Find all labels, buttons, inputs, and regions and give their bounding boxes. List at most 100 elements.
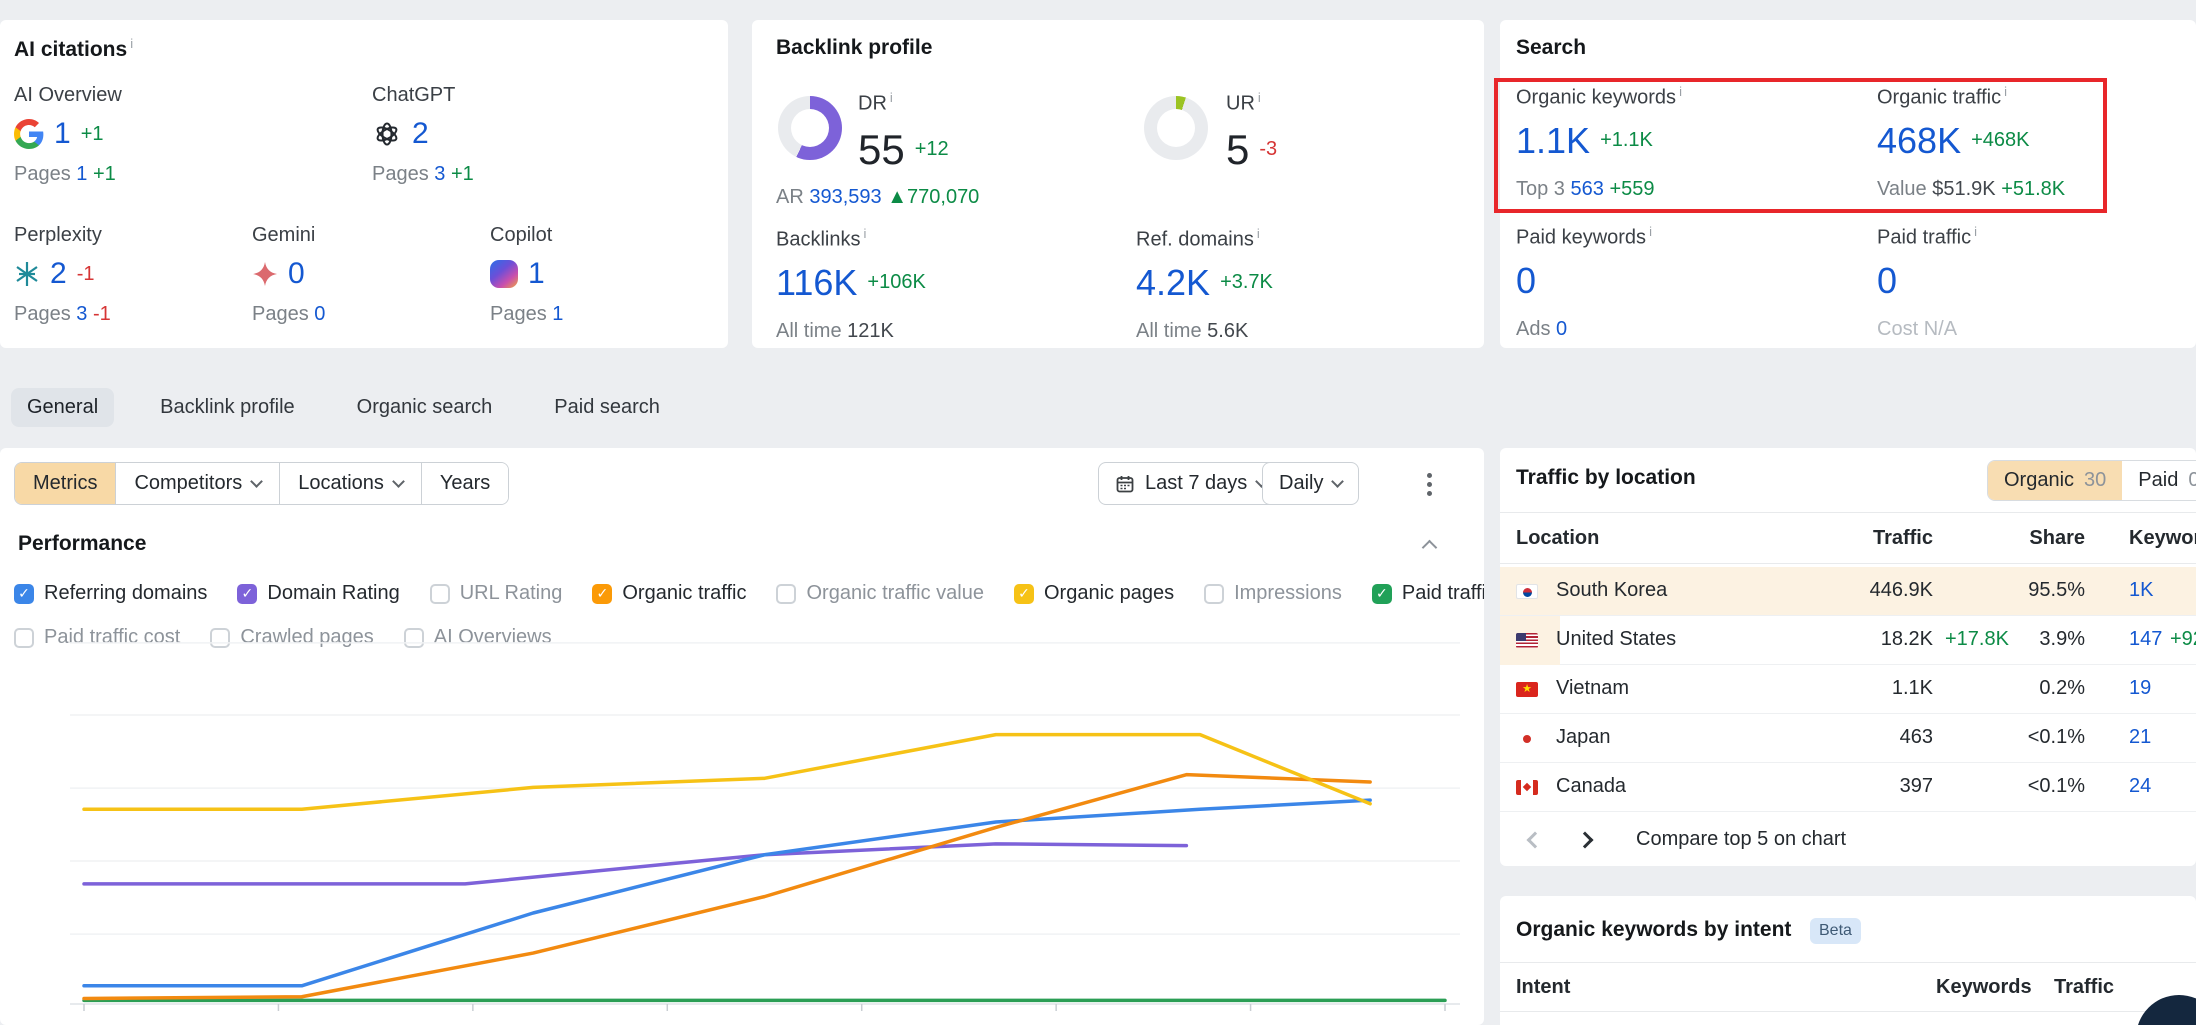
ads-value[interactable]: 0 <box>1556 318 1567 340</box>
ai-overview-delta: +1 <box>81 123 104 146</box>
traffic-value: 18.2K <box>1803 628 1933 651</box>
gemini-value[interactable]: 0 <box>288 257 305 291</box>
share-value: 3.9% <box>1955 628 2085 651</box>
metric-checkbox-paid-traffic[interactable]: ✓Paid traffic <box>1372 582 1484 605</box>
paid-traffic-value[interactable]: 0 <box>1877 260 1897 302</box>
metrics-filter-button[interactable]: Metrics <box>15 463 115 504</box>
toggle-paid[interactable]: Paid0 <box>2122 461 2196 500</box>
years-filter-button[interactable]: Years <box>421 463 508 504</box>
metric-checkbox-domain-rating[interactable]: ✓Domain Rating <box>237 582 399 605</box>
pages-value[interactable]: 1 <box>76 163 87 185</box>
keywords-link[interactable]: 1K <box>2129 579 2153 602</box>
keywords-link[interactable]: 19 <box>2129 677 2151 700</box>
backlinks-stat: Backlinksi 116K+106K All time 121K <box>776 226 926 343</box>
pages-value[interactable]: 3 <box>434 163 445 185</box>
ref-domains-value[interactable]: 4.2K <box>1136 262 1210 304</box>
paid-keywords-value[interactable]: 0 <box>1516 260 1536 302</box>
pages-label: Pages <box>14 163 71 185</box>
checkbox-unchecked-icon[interactable] <box>776 584 796 604</box>
copilot-stat: Copilot 1 Pages 1 <box>490 224 563 326</box>
table-row-united-states[interactable]: United States 18.2K +17.8K 3.9% 147 +92 <box>1500 616 2196 665</box>
location-name: Canada <box>1556 775 1626 798</box>
metric-checkbox-impressions[interactable]: Impressions <box>1204 582 1342 605</box>
keywords-link[interactable]: 21 <box>2129 726 2151 749</box>
organic-traffic-value[interactable]: 468K <box>1877 120 1961 162</box>
location-name: Vietnam <box>1556 677 1629 700</box>
pages-value[interactable]: 0 <box>314 303 325 325</box>
metric-checkbox-organic-traffic[interactable]: ✓Organic traffic <box>592 582 746 605</box>
checkbox-checked-icon[interactable]: ✓ <box>14 584 34 604</box>
info-icon[interactable]: i <box>2004 84 2007 99</box>
checkbox-checked-icon[interactable]: ✓ <box>592 584 612 604</box>
metric-checkbox-organic-pages[interactable]: ✓Organic pages <box>1014 582 1174 605</box>
checkbox-checked-icon[interactable]: ✓ <box>1014 584 1034 604</box>
table-row-japan[interactable]: Japan 463 <0.1% 21 <box>1500 714 2196 763</box>
table-row-canada[interactable]: Canada 397 <0.1% 24 <box>1500 763 2196 812</box>
tab-backlink-profile[interactable]: Backlink profile <box>144 388 311 427</box>
locations-filter-button[interactable]: Locations <box>279 463 421 504</box>
copilot-value[interactable]: 1 <box>528 257 545 291</box>
keywords-link[interactable]: 24 <box>2129 775 2151 798</box>
table-row-south-korea[interactable]: South Korea 446.9K 95.5% 1K <box>1500 567 2196 616</box>
collapse-section-button[interactable] <box>1424 540 1435 558</box>
granularity-button[interactable]: Daily <box>1262 462 1359 505</box>
metric-checkbox-referring-domains[interactable]: ✓Referring domains <box>14 582 207 605</box>
toggle-organic[interactable]: Organic30 <box>1988 461 2122 500</box>
gemini-icon <box>252 261 278 287</box>
google-icon <box>14 119 44 149</box>
perplexity-icon <box>14 261 40 287</box>
organic-keywords-value[interactable]: 1.1K <box>1516 120 1590 162</box>
info-icon[interactable]: i <box>1649 224 1652 239</box>
share-value: 0.2% <box>1955 677 2085 700</box>
checkbox-checked-icon[interactable]: ✓ <box>1372 584 1392 604</box>
chatgpt-value[interactable]: 2 <box>412 117 429 151</box>
competitors-filter-button[interactable]: Competitors <box>115 463 279 504</box>
info-icon[interactable]: i <box>1258 90 1261 105</box>
perplexity-label: Perplexity <box>14 224 111 247</box>
info-icon[interactable]: i <box>1974 224 1977 239</box>
info-icon[interactable]: i <box>130 36 133 51</box>
flag-united-states-icon <box>1516 633 1538 648</box>
pages-delta: +1 <box>93 163 116 185</box>
backlinks-delta: +106K <box>867 271 925 294</box>
keywords-link[interactable]: 147 <box>2129 628 2162 651</box>
info-icon[interactable]: i <box>1679 84 1682 99</box>
checkbox-unchecked-icon[interactable] <box>1204 584 1224 604</box>
tab-paid-search[interactable]: Paid search <box>538 388 676 427</box>
ref-domains-delta: +3.7K <box>1220 271 1273 294</box>
domain-rating-donut <box>778 96 842 160</box>
chevron-right-icon <box>1577 831 1594 848</box>
pages-label: Pages <box>14 303 71 325</box>
tab-general[interactable]: General <box>11 388 114 427</box>
info-icon[interactable]: i <box>863 226 866 241</box>
more-options-kebab-button[interactable] <box>1416 470 1442 498</box>
checkbox-unchecked-icon[interactable] <box>430 584 450 604</box>
ur-stat: URi 5-3 <box>1226 90 1277 174</box>
info-icon[interactable]: i <box>890 90 893 105</box>
next-page-button[interactable] <box>1568 823 1602 857</box>
ai-overview-value[interactable]: 1 <box>54 117 71 151</box>
metric-checkbox-url-rating[interactable]: URL Rating <box>430 582 563 605</box>
prev-page-button[interactable] <box>1518 823 1552 857</box>
pages-value[interactable]: 1 <box>552 303 563 325</box>
compare-top5-label: Compare top 5 on chart <box>1636 828 1846 851</box>
metric-checkbox-label: Organic traffic value <box>806 582 984 605</box>
top3-value[interactable]: 563 <box>1571 178 1604 200</box>
info-icon[interactable]: i <box>1257 226 1260 241</box>
ar-value[interactable]: 393,593 <box>809 186 881 208</box>
pages-value[interactable]: 3 <box>76 303 87 325</box>
traffic-by-location-title: Traffic by location <box>1516 466 1696 490</box>
date-range-button[interactable]: Last 7 days <box>1098 462 1283 505</box>
checkbox-checked-icon[interactable]: ✓ <box>237 584 257 604</box>
perplexity-value[interactable]: 2 <box>50 257 67 291</box>
flag-vietnam-icon <box>1516 682 1538 697</box>
table-row-vietnam[interactable]: Vietnam 1.1K 0.2% 19 <box>1500 665 2196 714</box>
traffic-value: 463 <box>1803 726 1933 749</box>
metric-checkbox-organic-traffic-value[interactable]: Organic traffic value <box>776 582 984 605</box>
checkbox-unchecked-icon[interactable] <box>14 628 34 648</box>
tab-organic-search[interactable]: Organic search <box>341 388 509 427</box>
backlinks-value[interactable]: 116K <box>776 262 857 304</box>
share-value: 95.5% <box>1955 579 2085 602</box>
col-intent: Intent <box>1516 976 1570 999</box>
ur-value: 5 <box>1226 126 1249 174</box>
